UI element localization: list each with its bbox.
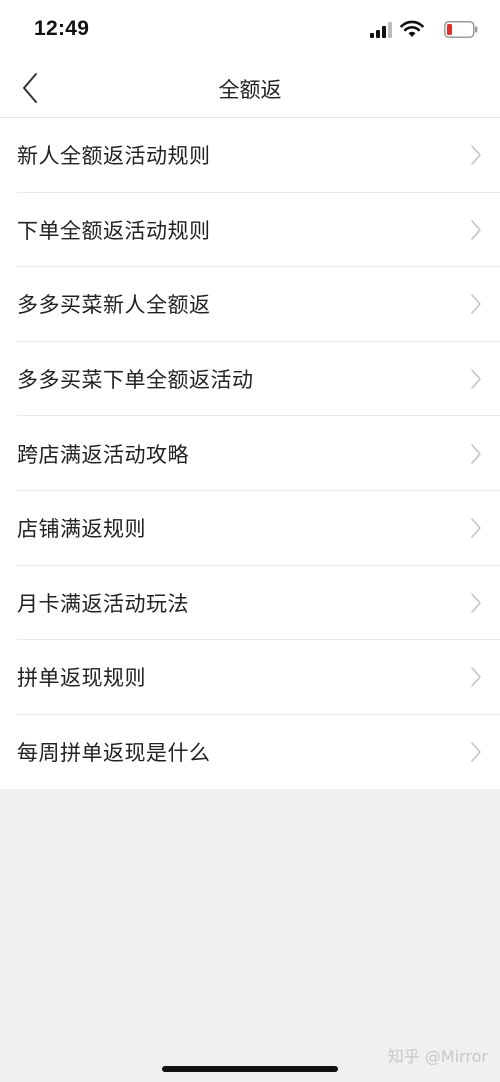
- home-indicator[interactable]: [162, 1066, 338, 1072]
- chevron-right-icon: [471, 593, 481, 613]
- screen: 12:49 全额返 新人全额返活动规则 下单全额返活动规则 多多买菜新人全额返 …: [0, 0, 500, 1082]
- list-item-label: 多多买菜下单全额返活动: [17, 368, 254, 393]
- nav-bar: 全额返: [0, 58, 500, 118]
- battery-icon: [444, 21, 478, 38]
- list-item[interactable]: 月卡满返活动玩法: [0, 566, 500, 641]
- page-title: 全额返: [218, 78, 282, 102]
- status-time: 12:49: [34, 17, 90, 40]
- list-item[interactable]: 拼单返现规则: [0, 640, 500, 715]
- list-item-label: 多多买菜新人全额返: [17, 293, 211, 318]
- watermark: 知乎 @Mirror: [387, 1047, 488, 1066]
- chevron-right-icon: [471, 518, 481, 539]
- list-item-label: 跨店满返活动攻略: [17, 442, 189, 467]
- list-item[interactable]: 店铺满返规则: [0, 491, 500, 566]
- list-item[interactable]: 跨店满返活动攻略: [0, 416, 500, 491]
- list-item[interactable]: 每周拼单返现是什么: [0, 715, 500, 790]
- list-item-label: 下单全额返活动规则: [17, 218, 211, 243]
- chevron-right-icon: [471, 369, 481, 389]
- list-item-label: 每周拼单返现是什么: [17, 741, 211, 766]
- list-item-label: 拼单返现规则: [17, 666, 146, 691]
- rule-list: 新人全额返活动规则 下单全额返活动规则 多多买菜新人全额返 多多买菜下单全额返活…: [0, 118, 500, 790]
- chevron-right-icon: [471, 742, 481, 762]
- chevron-right-icon: [471, 145, 481, 166]
- status-bar: 12:49: [0, 0, 500, 58]
- list-item-label: 新人全额返活动规则: [17, 144, 211, 169]
- list-item[interactable]: 多多买菜下单全额返活动: [0, 342, 500, 417]
- list-item[interactable]: 多多买菜新人全额返: [0, 267, 500, 342]
- chevron-right-icon: [471, 667, 481, 688]
- chevron-right-icon: [471, 443, 481, 464]
- status-icons: [358, 20, 478, 40]
- chevron-right-icon: [471, 220, 481, 240]
- list-item-label: 店铺满返规则: [17, 517, 146, 542]
- list-item[interactable]: 新人全额返活动规则: [0, 118, 500, 193]
- signal-icon: [370, 22, 392, 38]
- list-item-label: 月卡满返活动玩法: [17, 591, 189, 616]
- chevron-right-icon: [471, 294, 481, 315]
- list-item[interactable]: 下单全额返活动规则: [0, 193, 500, 268]
- wifi-icon: [400, 20, 424, 37]
